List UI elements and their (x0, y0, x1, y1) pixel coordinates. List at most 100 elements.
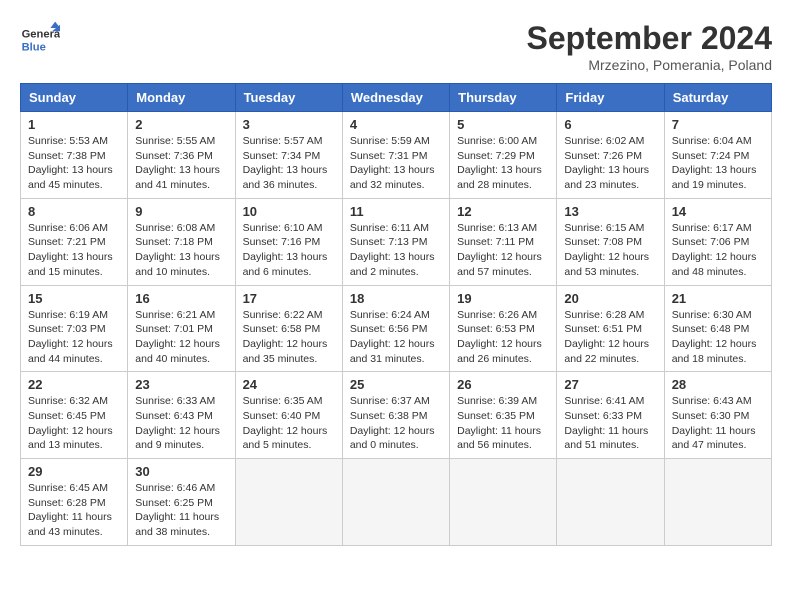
calendar-cell: 27Sunrise: 6:41 AM Sunset: 6:33 PM Dayli… (557, 372, 664, 459)
calendar-cell: 22 Sunrise: 6:32 AM Sunset: 6:45 PM Dayli… (21, 372, 128, 459)
day-info: Sunrise: 6:11 AM Sunset: 7:13 PM Dayligh… (350, 221, 442, 280)
day-info: Sunrise: 5:59 AM Sunset: 7:31 PM Dayligh… (350, 134, 442, 193)
day-info: Sunrise: 6:37 AM Sunset: 6:38 PM Dayligh… (350, 394, 442, 453)
logo: General Blue (20, 20, 66, 60)
day-number: 29 (28, 464, 120, 479)
day-info: Sunrise: 6:26 AM Sunset: 6:53 PM Dayligh… (457, 308, 549, 367)
day-number: 30 (135, 464, 227, 479)
calendar-cell: 10 Sunrise: 6:10 AM Sunset: 7:16 PM Dayli… (235, 198, 342, 285)
calendar-cell: 28Sunrise: 6:43 AM Sunset: 6:30 PM Dayli… (664, 372, 771, 459)
calendar-cell: 30 Sunrise: 6:46 AM Sunset: 6:25 PM Dayli… (128, 459, 235, 546)
day-info: Sunrise: 6:06 AM Sunset: 7:21 PM Dayligh… (28, 221, 120, 280)
day-info: Sunrise: 5:55 AM Sunset: 7:36 PM Dayligh… (135, 134, 227, 193)
day-info: Sunrise: 6:04 AM Sunset: 7:24 PM Dayligh… (672, 134, 764, 193)
logo-icon: General Blue (20, 20, 60, 60)
calendar-cell: 13Sunrise: 6:15 AM Sunset: 7:08 PM Dayli… (557, 198, 664, 285)
calendar-cell: 24 Sunrise: 6:35 AM Sunset: 6:40 PM Dayli… (235, 372, 342, 459)
day-info: Sunrise: 6:35 AM Sunset: 6:40 PM Dayligh… (243, 394, 335, 453)
day-info: Sunrise: 6:28 AM Sunset: 6:51 PM Dayligh… (564, 308, 656, 367)
day-number: 12 (457, 204, 549, 219)
calendar-cell: 21 Sunrise: 6:30 AM Sunset: 6:48 PM Dayli… (664, 285, 771, 372)
calendar-cell (664, 459, 771, 546)
calendar-cell: 7 Sunrise: 6:04 AM Sunset: 7:24 PM Daylig… (664, 112, 771, 199)
col-thursday: Thursday (450, 84, 557, 112)
calendar-week-row: 15 Sunrise: 6:19 AM Sunset: 7:03 PM Dayli… (21, 285, 772, 372)
col-friday: Friday (557, 84, 664, 112)
day-info: Sunrise: 6:02 AM Sunset: 7:26 PM Dayligh… (564, 134, 656, 193)
day-number: 13 (564, 204, 656, 219)
calendar-cell: 16 Sunrise: 6:21 AM Sunset: 7:01 PM Dayli… (128, 285, 235, 372)
calendar-week-row: 8 Sunrise: 6:06 AM Sunset: 7:21 PM Daylig… (21, 198, 772, 285)
calendar-cell: 3 Sunrise: 5:57 AM Sunset: 7:34 PM Daylig… (235, 112, 342, 199)
calendar-cell (235, 459, 342, 546)
calendar-header-row: Sunday Monday Tuesday Wednesday Thursday… (21, 84, 772, 112)
calendar-cell: 29 Sunrise: 6:45 AM Sunset: 6:28 PM Dayli… (21, 459, 128, 546)
day-number: 11 (350, 204, 442, 219)
calendar-week-row: 1 Sunrise: 5:53 AM Sunset: 7:38 PM Daylig… (21, 112, 772, 199)
day-info: Sunrise: 5:53 AM Sunset: 7:38 PM Dayligh… (28, 134, 120, 193)
day-info: Sunrise: 6:10 AM Sunset: 7:16 PM Dayligh… (243, 221, 335, 280)
calendar-cell: 2Sunrise: 5:55 AM Sunset: 7:36 PM Daylig… (128, 112, 235, 199)
day-number: 21 (672, 291, 764, 306)
day-number: 26 (457, 377, 549, 392)
day-number: 1 (28, 117, 120, 132)
day-number: 24 (243, 377, 335, 392)
calendar-week-row: 29 Sunrise: 6:45 AM Sunset: 6:28 PM Dayli… (21, 459, 772, 546)
calendar-cell: 23 Sunrise: 6:33 AM Sunset: 6:43 PM Dayli… (128, 372, 235, 459)
calendar-cell (450, 459, 557, 546)
calendar-table: Sunday Monday Tuesday Wednesday Thursday… (20, 83, 772, 546)
day-number: 16 (135, 291, 227, 306)
day-number: 27 (564, 377, 656, 392)
calendar-cell: 11 Sunrise: 6:11 AM Sunset: 7:13 PM Dayli… (342, 198, 449, 285)
day-info: Sunrise: 6:24 AM Sunset: 6:56 PM Dayligh… (350, 308, 442, 367)
calendar-cell: 20 Sunrise: 6:28 AM Sunset: 6:51 PM Dayli… (557, 285, 664, 372)
day-number: 10 (243, 204, 335, 219)
page-header: General Blue September 2024 Mrzezino, Po… (20, 20, 772, 73)
day-info: Sunrise: 6:00 AM Sunset: 7:29 PM Dayligh… (457, 134, 549, 193)
calendar-cell: 12 Sunrise: 6:13 AM Sunset: 7:11 PM Dayli… (450, 198, 557, 285)
day-number: 7 (672, 117, 764, 132)
day-info: Sunrise: 6:17 AM Sunset: 7:06 PM Dayligh… (672, 221, 764, 280)
day-number: 14 (672, 204, 764, 219)
day-number: 25 (350, 377, 442, 392)
calendar-cell: 6 Sunrise: 6:02 AM Sunset: 7:26 PM Daylig… (557, 112, 664, 199)
calendar-cell: 5 Sunrise: 6:00 AM Sunset: 7:29 PM Daylig… (450, 112, 557, 199)
calendar-cell: 25 Sunrise: 6:37 AM Sunset: 6:38 PM Dayli… (342, 372, 449, 459)
day-info: Sunrise: 6:30 AM Sunset: 6:48 PM Dayligh… (672, 308, 764, 367)
day-number: 15 (28, 291, 120, 306)
day-number: 3 (243, 117, 335, 132)
month-title: September 2024 (527, 20, 772, 57)
day-number: 6 (564, 117, 656, 132)
day-info: Sunrise: 5:57 AM Sunset: 7:34 PM Dayligh… (243, 134, 335, 193)
calendar-cell: 19Sunrise: 6:26 AM Sunset: 6:53 PM Dayli… (450, 285, 557, 372)
location: Mrzezino, Pomerania, Poland (527, 57, 772, 73)
calendar-cell: 18 Sunrise: 6:24 AM Sunset: 6:56 PM Dayli… (342, 285, 449, 372)
col-saturday: Saturday (664, 84, 771, 112)
day-info: Sunrise: 6:33 AM Sunset: 6:43 PM Dayligh… (135, 394, 227, 453)
day-number: 22 (28, 377, 120, 392)
day-info: Sunrise: 6:21 AM Sunset: 7:01 PM Dayligh… (135, 308, 227, 367)
day-info: Sunrise: 6:46 AM Sunset: 6:25 PM Dayligh… (135, 481, 227, 540)
day-number: 5 (457, 117, 549, 132)
day-number: 9 (135, 204, 227, 219)
day-info: Sunrise: 6:22 AM Sunset: 6:58 PM Dayligh… (243, 308, 335, 367)
day-info: Sunrise: 6:39 AM Sunset: 6:35 PM Dayligh… (457, 394, 549, 453)
col-sunday: Sunday (21, 84, 128, 112)
calendar-cell (557, 459, 664, 546)
day-info: Sunrise: 6:45 AM Sunset: 6:28 PM Dayligh… (28, 481, 120, 540)
day-info: Sunrise: 6:13 AM Sunset: 7:11 PM Dayligh… (457, 221, 549, 280)
day-info: Sunrise: 6:08 AM Sunset: 7:18 PM Dayligh… (135, 221, 227, 280)
day-info: Sunrise: 6:19 AM Sunset: 7:03 PM Dayligh… (28, 308, 120, 367)
day-number: 18 (350, 291, 442, 306)
day-info: Sunrise: 6:32 AM Sunset: 6:45 PM Dayligh… (28, 394, 120, 453)
day-number: 23 (135, 377, 227, 392)
calendar-cell: 15 Sunrise: 6:19 AM Sunset: 7:03 PM Dayli… (21, 285, 128, 372)
calendar-cell: 4Sunrise: 5:59 AM Sunset: 7:31 PM Daylig… (342, 112, 449, 199)
calendar-week-row: 22 Sunrise: 6:32 AM Sunset: 6:45 PM Dayli… (21, 372, 772, 459)
calendar-cell: 8 Sunrise: 6:06 AM Sunset: 7:21 PM Daylig… (21, 198, 128, 285)
col-monday: Monday (128, 84, 235, 112)
day-number: 20 (564, 291, 656, 306)
calendar-cell: 17Sunrise: 6:22 AM Sunset: 6:58 PM Dayli… (235, 285, 342, 372)
day-number: 8 (28, 204, 120, 219)
day-info: Sunrise: 6:43 AM Sunset: 6:30 PM Dayligh… (672, 394, 764, 453)
